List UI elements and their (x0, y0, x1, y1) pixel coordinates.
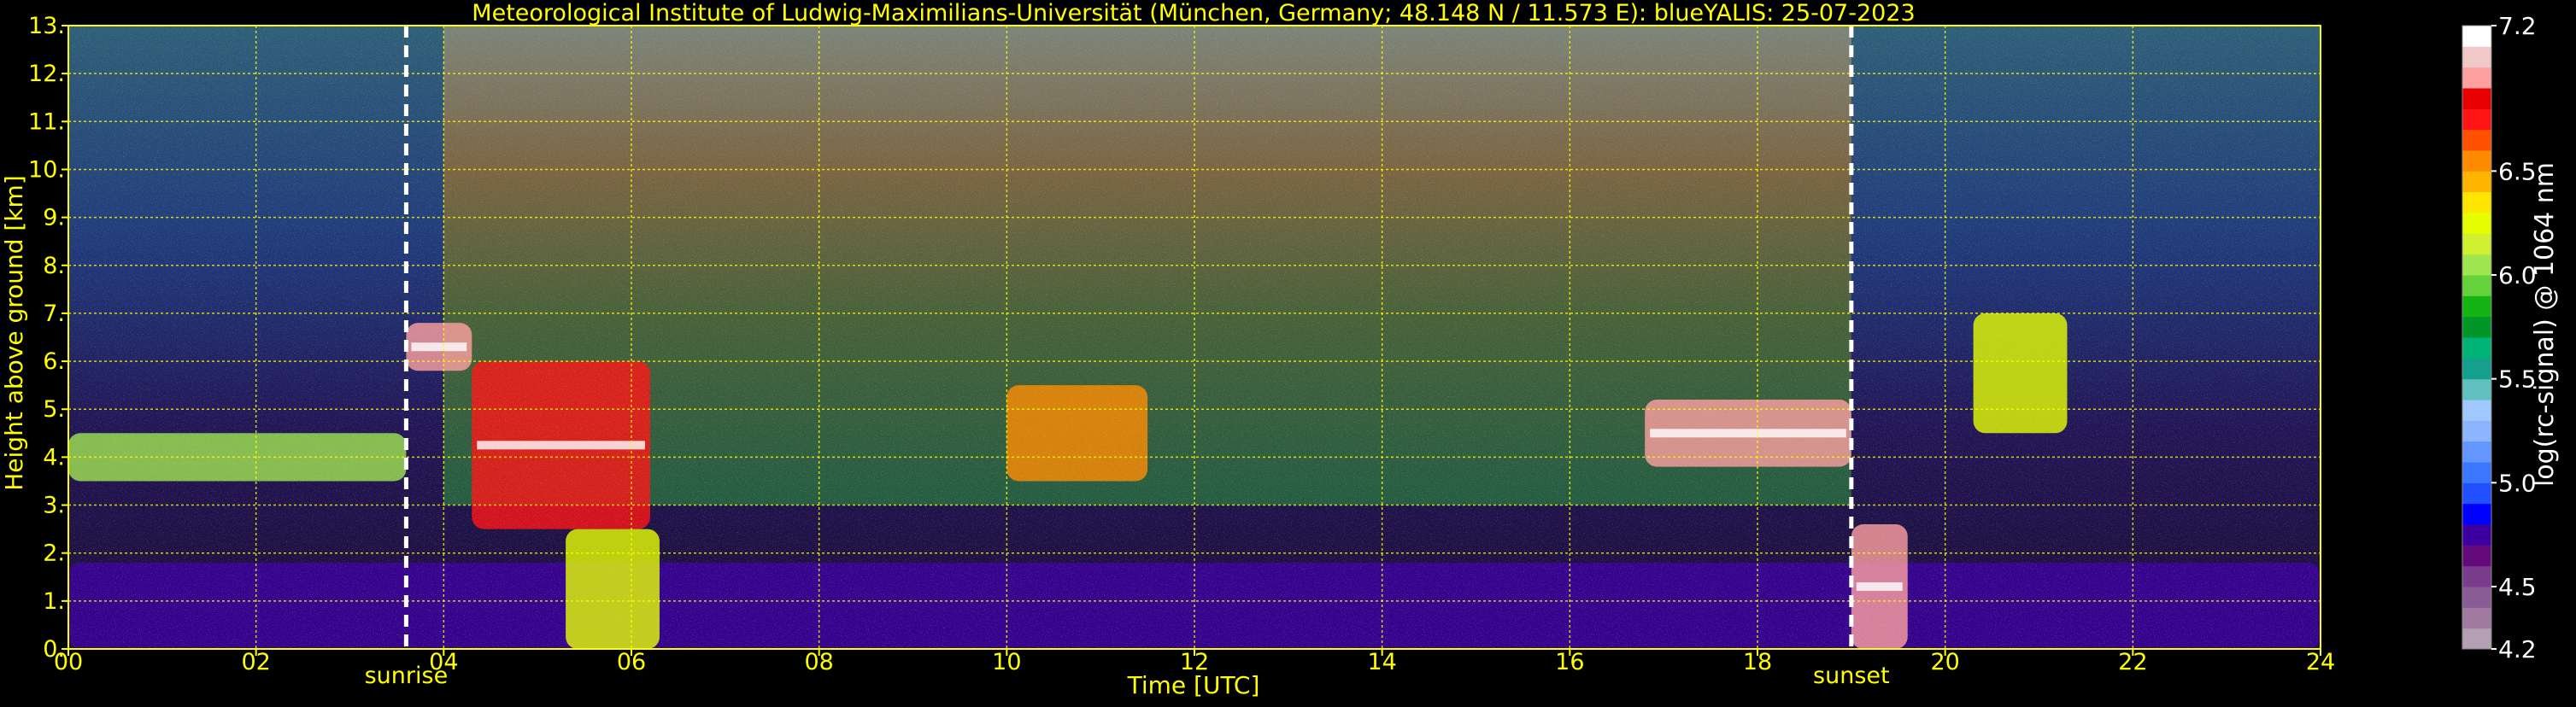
colorbar-segment (2462, 337, 2491, 359)
colorbar: 4.24.55.05.56.06.57.2 (2462, 12, 2537, 663)
x-tick-label: 22 (2118, 649, 2147, 675)
colorbar-segment (2462, 88, 2491, 109)
colorbar-segment (2462, 587, 2491, 608)
colorbar-segment (2462, 358, 2491, 380)
y-tick-label: 10. (28, 156, 65, 183)
x-tick-label: 02 (241, 649, 270, 675)
colorbar-segment (2462, 503, 2491, 525)
colorbar-segment (2462, 46, 2491, 68)
x-tick-label: 24 (2306, 649, 2335, 675)
y-tick-label: 11. (28, 108, 65, 135)
colorbar-segment (2462, 400, 2491, 421)
colorbar-segment (2462, 254, 2491, 276)
colorbar-tick-label: 4.2 (2498, 635, 2537, 663)
colorbar-segment (2462, 316, 2491, 338)
x-tick-label: 04 (429, 649, 458, 675)
y-tick-label: 13. (28, 13, 65, 39)
x-tick-label: 14 (1367, 649, 1396, 675)
x-tick-label: 18 (1743, 649, 1772, 675)
annotation-label: sunset (1813, 663, 1890, 689)
colorbar-segment (2462, 607, 2491, 629)
x-tick-label: 10 (992, 649, 1021, 675)
y-tick-label: 12. (28, 61, 65, 87)
colorbar-segment (2462, 524, 2491, 546)
lidar-quicklook: sunrise sunset 00 02 04 06 08 10 12 14 16 18 20 22 24… (0, 0, 2576, 704)
colorbar-tick-label: 7.2 (2498, 12, 2537, 40)
chart-title: Meteorological Institute of Ludwig-Maxim… (472, 0, 1915, 26)
x-tick-label: 08 (804, 649, 833, 675)
colorbar-segment (2462, 233, 2491, 255)
y-axis-label: Height above ground [km] (0, 175, 28, 491)
colorbar-segment (2462, 150, 2491, 172)
y-tick-label: 5. (43, 396, 65, 423)
colorbar-segment (2462, 482, 2491, 505)
y-tick-label: 9. (43, 205, 65, 231)
colorbar-segment (2462, 275, 2491, 296)
y-tick-label: 0. (43, 636, 65, 663)
colorbar-segment (2462, 565, 2491, 587)
y-tick-label: 6. (43, 348, 65, 375)
colorbar-label: log(rc-signal) @ 1064 nm (2530, 162, 2560, 487)
y-tick-label: 8. (43, 253, 65, 279)
x-tick-label: 16 (1555, 649, 1584, 675)
y-tick-label: 7. (43, 301, 65, 327)
colorbar-segment (2462, 545, 2491, 567)
colorbar-segment (2462, 378, 2491, 400)
colorbar-segment (2462, 295, 2491, 318)
colorbar-segment (2462, 462, 2491, 483)
colorbar-segment (2462, 213, 2491, 234)
lidar-chart: sunrise sunset 00 02 04 06 08 10 12 14 16 18 20 22 24… (0, 0, 2560, 699)
colorbar-segment (2462, 191, 2491, 213)
colorbar-segment (2462, 441, 2491, 463)
colorbar-segment (2462, 420, 2491, 442)
y-tick-label: 1. (43, 588, 65, 615)
colorbar-segment (2462, 171, 2491, 193)
x-axis-label: Time [UTC] (1127, 671, 1260, 699)
colorbar-segment (2462, 26, 2491, 47)
colorbar-segment (2462, 67, 2491, 89)
colorbar-segment (2462, 108, 2491, 131)
x-tick-label: 06 (617, 649, 646, 675)
y-tick-label: 4. (43, 444, 65, 470)
colorbar-tick-label: 4.5 (2498, 573, 2537, 601)
y-tick-label: 3. (43, 493, 65, 519)
x-tick-label: 20 (1930, 649, 1959, 675)
y-tick-label: 2. (43, 540, 65, 567)
colorbar-segment (2462, 129, 2491, 151)
colorbar-segment (2462, 628, 2491, 650)
